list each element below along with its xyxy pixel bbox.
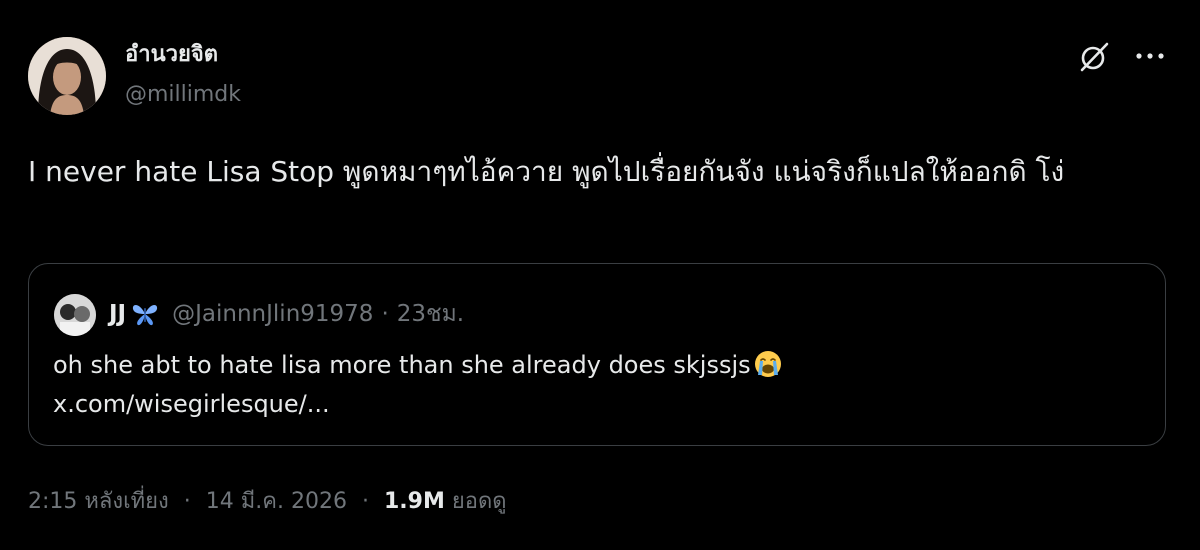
separator-dot: · [361,489,369,514]
quoted-time[interactable]: 23ชม. [397,296,464,332]
tweet-text: I never hate Lisa Stop พูดหมาๆทไอ้ควาย พ… [28,155,1065,188]
quoted-link[interactable]: x.com/wisegirlesque/... [53,387,330,421]
separator-dot: · [183,489,191,514]
quoted-header: JJ @JainnnJlin91978 · 23ชม. [109,297,464,331]
avatar[interactable] [28,37,106,115]
views-count: 1.9M [383,489,445,514]
display-name[interactable]: อำนวยจิต [125,40,218,70]
quoted-text-body: oh she abt to hate lisa more than she al… [53,351,751,379]
loudly-crying-emoji-icon [753,349,783,379]
grok-icon[interactable] [1076,39,1112,75]
user-handle[interactable]: @millimdk [125,81,241,109]
butterfly-icon [130,301,160,327]
quoted-handle[interactable]: @JainnnJlin91978 [172,301,373,327]
quoted-avatar[interactable] [54,294,96,336]
post-time[interactable]: 2:15 หลังเที่ยง [28,489,169,514]
tweet-meta: 2:15 หลังเที่ยง · 14 มี.ค. 2026 · 1.9M ย… [28,486,507,518]
more-options-icon[interactable] [1130,40,1170,72]
quoted-name[interactable]: JJ [109,301,126,327]
quoted-tweet[interactable]: JJ @JainnnJlin91978 · 23ชม. oh she abt t… [28,263,1166,446]
post-date[interactable]: 14 มี.ค. 2026 [206,489,347,514]
tweet: อำนวยจิต @millimdk I never hate Lisa Sto… [0,0,1200,550]
quoted-text: oh she abt to hate lisa more than she al… [53,348,783,382]
separator-dot: · [381,301,389,327]
views-label: ยอดดู [451,489,507,514]
